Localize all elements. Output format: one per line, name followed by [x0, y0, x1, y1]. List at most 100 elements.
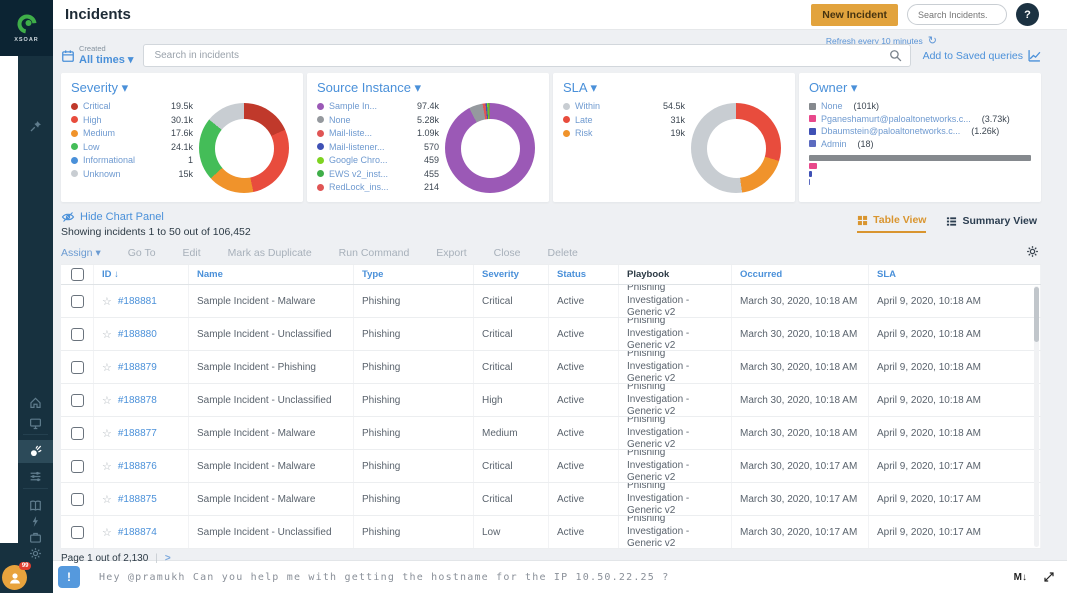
- tab-summary-view[interactable]: Summary View: [946, 214, 1037, 233]
- legend-item[interactable]: Critical19.5k: [71, 101, 193, 111]
- legend-item[interactable]: Informational1: [71, 155, 193, 165]
- incident-id-link[interactable]: #188876: [118, 461, 157, 472]
- legend-item[interactable]: Sample In...97.4k: [317, 101, 439, 111]
- legend-item[interactable]: Medium17.6k: [71, 128, 193, 138]
- column-header-sla[interactable]: SLA: [869, 265, 1041, 284]
- star-icon[interactable]: ☆: [102, 394, 112, 407]
- star-icon[interactable]: ☆: [102, 295, 112, 308]
- donut-chart[interactable]: [691, 103, 781, 193]
- table-row[interactable]: ☆#188879Sample Incident - PhishingPhishi…: [61, 351, 1041, 384]
- bar-segment[interactable]: [809, 163, 817, 169]
- incident-id-link[interactable]: #188879: [118, 362, 157, 373]
- bar-segment[interactable]: [809, 179, 810, 185]
- incident-id-link[interactable]: #188875: [118, 494, 157, 505]
- row-checkbox[interactable]: [71, 295, 84, 308]
- column-header-occurred[interactable]: Occurred: [732, 265, 869, 284]
- incidents-search-input[interactable]: [143, 44, 910, 67]
- sidebar-item-settings[interactable]: [18, 543, 53, 563]
- legend-item[interactable]: RedLock_ins...214: [317, 182, 439, 192]
- legend-item[interactable]: Admin(18): [809, 139, 874, 149]
- add-to-saved-queries[interactable]: Add to Saved queries: [923, 49, 1041, 62]
- incident-id-link[interactable]: #188880: [118, 329, 157, 340]
- user-avatar[interactable]: 99: [2, 565, 27, 590]
- expand-icon[interactable]: [1043, 571, 1055, 583]
- row-checkbox[interactable]: [71, 427, 84, 440]
- edit-button[interactable]: Edit: [183, 247, 201, 259]
- row-checkbox[interactable]: [71, 460, 84, 473]
- legend-item[interactable]: Pganeshamurt@paloaltonetworks.c...(3.73k…: [809, 114, 1010, 124]
- column-header-name[interactable]: Name: [189, 265, 354, 284]
- legend-item[interactable]: Within54.5k: [563, 101, 685, 111]
- help-button[interactable]: ?: [1016, 3, 1039, 26]
- column-header-id[interactable]: ID ↓: [94, 265, 189, 284]
- table-row[interactable]: ☆#188875Sample Incident - MalwarePhishin…: [61, 483, 1041, 516]
- chart-title-dropdown[interactable]: Severity ▾: [71, 80, 293, 96]
- star-icon[interactable]: ☆: [102, 460, 112, 473]
- sidebar-item-war-room[interactable]: [18, 466, 53, 486]
- pagination-next-button[interactable]: >: [165, 553, 171, 564]
- column-header-severity[interactable]: Severity: [474, 265, 549, 284]
- row-checkbox[interactable]: [71, 361, 84, 374]
- legend-item[interactable]: High30.1k: [71, 115, 193, 125]
- star-icon[interactable]: ☆: [102, 427, 112, 440]
- go-to-button[interactable]: Go To: [128, 247, 156, 259]
- table-settings-gear-icon[interactable]: [1026, 245, 1039, 258]
- chart-title-dropdown[interactable]: Owner ▾: [809, 80, 1031, 96]
- legend-item[interactable]: EWS v2_inst...455: [317, 169, 439, 179]
- chart-title-dropdown[interactable]: SLA ▾: [563, 80, 785, 96]
- new-incident-button[interactable]: New Incident: [811, 4, 898, 26]
- star-icon[interactable]: ☆: [102, 526, 112, 539]
- table-scrollbar-thumb[interactable]: [1034, 287, 1039, 342]
- delete-button[interactable]: Delete: [548, 247, 578, 259]
- sidebar-item-home[interactable]: [18, 392, 53, 412]
- table-row[interactable]: ☆#188876Sample Incident - MalwarePhishin…: [61, 450, 1041, 483]
- chat-actions-button[interactable]: !: [58, 566, 80, 588]
- donut-chart[interactable]: [445, 103, 535, 193]
- row-checkbox[interactable]: [71, 394, 84, 407]
- assign-button[interactable]: Assign ▾: [61, 247, 101, 259]
- row-checkbox[interactable]: [71, 526, 84, 539]
- legend-item[interactable]: Google Chro...459: [317, 155, 439, 165]
- legend-item[interactable]: Mail-liste...1.09k: [317, 128, 439, 138]
- chart-title-dropdown[interactable]: Source Instance ▾: [317, 80, 539, 96]
- legend-item[interactable]: Dbaumstein@paloaltonetworks.c...(1.26k): [809, 126, 999, 136]
- run-command-button[interactable]: Run Command: [339, 247, 410, 259]
- table-row[interactable]: ☆#188874Sample Incident - UnclassifiedPh…: [61, 516, 1041, 549]
- legend-item[interactable]: Late31k: [563, 115, 685, 125]
- mark-as-duplicate-button[interactable]: Mark as Duplicate: [228, 247, 312, 259]
- legend-item[interactable]: Low24.1k: [71, 142, 193, 152]
- incident-id-link[interactable]: #188881: [118, 296, 157, 307]
- tab-table-view[interactable]: Table View: [857, 214, 926, 233]
- select-all-checkbox[interactable]: [71, 268, 84, 281]
- sidebar-item-incidents[interactable]: [18, 440, 53, 463]
- sidebar-item-pin[interactable]: [18, 116, 53, 136]
- search-icon[interactable]: [889, 49, 902, 62]
- table-row[interactable]: ☆#188877Sample Incident - MalwarePhishin…: [61, 417, 1041, 450]
- row-checkbox[interactable]: [71, 328, 84, 341]
- time-range-dropdown[interactable]: Created All times ▾: [61, 45, 133, 65]
- legend-item[interactable]: Risk19k: [563, 128, 685, 138]
- legend-item[interactable]: None(101k): [809, 101, 879, 111]
- column-header-type[interactable]: Type: [354, 265, 474, 284]
- legend-item[interactable]: Mail-listener...570: [317, 142, 439, 152]
- incident-id-link[interactable]: #188874: [118, 527, 157, 538]
- sidebar-item-dashboards[interactable]: [18, 413, 53, 433]
- column-header-status[interactable]: Status: [549, 265, 619, 284]
- star-icon[interactable]: ☆: [102, 361, 112, 374]
- row-checkbox[interactable]: [71, 493, 84, 506]
- table-row[interactable]: ☆#188881Sample Incident - MalwarePhishin…: [61, 285, 1041, 318]
- table-row[interactable]: ☆#188880Sample Incident - UnclassifiedPh…: [61, 318, 1041, 351]
- global-search-input[interactable]: [907, 4, 1007, 25]
- bar-segment[interactable]: [809, 155, 1031, 161]
- legend-item[interactable]: None5.28k: [317, 115, 439, 125]
- table-row[interactable]: ☆#188878Sample Incident - UnclassifiedPh…: [61, 384, 1041, 417]
- legend-item[interactable]: Unknown15k: [71, 169, 193, 179]
- incident-id-link[interactable]: #188878: [118, 395, 157, 406]
- markdown-icon[interactable]: M↓: [1014, 572, 1027, 583]
- star-icon[interactable]: ☆: [102, 493, 112, 506]
- refresh-icon[interactable]: ↻: [928, 34, 937, 47]
- star-icon[interactable]: ☆: [102, 328, 112, 341]
- bar-segment[interactable]: [809, 171, 812, 177]
- incident-id-link[interactable]: #188877: [118, 428, 157, 439]
- close-button[interactable]: Close: [494, 247, 521, 259]
